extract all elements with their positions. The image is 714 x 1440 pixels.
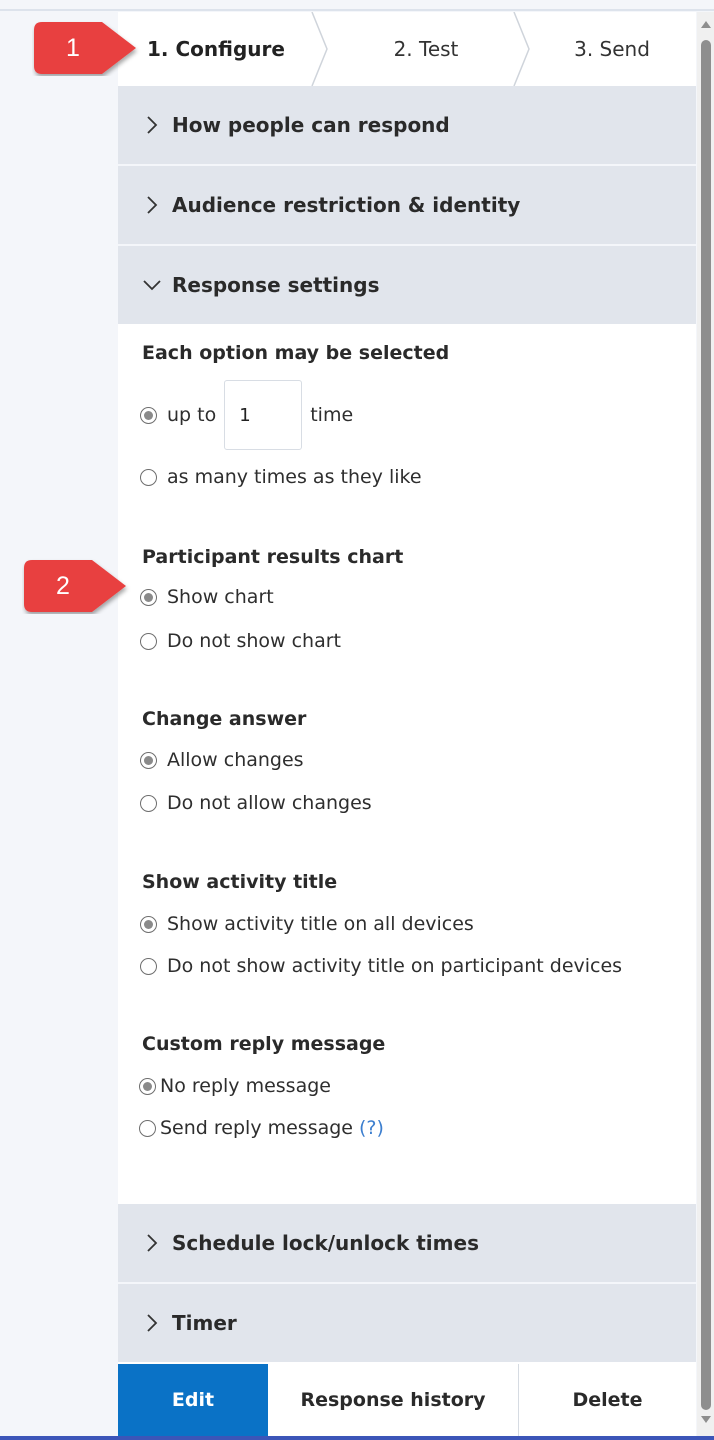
- accordion-schedule[interactable]: Schedule lock/unlock times: [118, 1204, 696, 1282]
- radio-unchecked-icon[interactable]: [139, 1119, 156, 1137]
- scroll-down-arrow-icon[interactable]: [700, 1414, 712, 1424]
- step-configure-label: 1. Configure: [147, 37, 285, 61]
- show-chart-label: Show chart: [167, 586, 274, 608]
- action-bar: Edit Response history Delete: [118, 1364, 696, 1436]
- hide-title-participant-label: Do not show activity title on participan…: [167, 955, 623, 977]
- response-history-button[interactable]: Response history: [268, 1364, 518, 1436]
- accordion-label: How people can respond: [172, 113, 450, 137]
- show-chart-option[interactable]: Show chart: [140, 586, 274, 608]
- step-send[interactable]: 3. Send: [528, 12, 696, 86]
- top-border: [0, 9, 714, 11]
- chevron-right-icon: [142, 193, 166, 217]
- results-chart-title: Participant results chart: [142, 546, 404, 568]
- hide-chart-option[interactable]: Do not show chart: [140, 630, 341, 652]
- up-to-option[interactable]: up to time: [140, 380, 353, 450]
- callout-number: 2: [56, 571, 70, 600]
- step-send-label: 3. Send: [574, 37, 650, 61]
- as-many-label: as many times as they like: [167, 466, 422, 488]
- callout-badge-1: 1: [32, 20, 142, 76]
- accordion-audience[interactable]: Audience restriction & identity: [118, 166, 696, 244]
- accordion-label: Audience restriction & identity: [172, 193, 521, 217]
- chevron-right-icon: [142, 1311, 166, 1335]
- up-to-label: up to: [167, 404, 217, 426]
- allow-changes-label: Allow changes: [167, 749, 304, 771]
- send-reply-label: Send reply message: [160, 1117, 353, 1139]
- radio-checked-icon[interactable]: [140, 588, 157, 606]
- activity-title-heading: Show activity title: [142, 871, 338, 893]
- scrollbar-thumb[interactable]: [701, 40, 711, 1410]
- disallow-changes-label: Do not allow changes: [167, 792, 372, 814]
- step-test-label: 2. Test: [393, 37, 459, 61]
- wizard-stepper: 1. Configure 2. Test 3. Send: [118, 12, 696, 86]
- radio-unchecked-icon[interactable]: [140, 468, 157, 486]
- poll-settings-panel: 1. Configure 2. Test 3. Send How people …: [118, 12, 696, 1436]
- radio-checked-icon[interactable]: [140, 406, 157, 424]
- show-title-all-label: Show activity title on all devices: [167, 913, 474, 935]
- step-configure[interactable]: 1. Configure: [118, 12, 314, 86]
- callout-badge-2: 2: [22, 558, 132, 614]
- chevron-right-icon: [142, 1231, 166, 1255]
- reply-message-title: Custom reply message: [142, 1033, 386, 1055]
- times-input[interactable]: [224, 380, 303, 450]
- scroll-up-arrow-icon[interactable]: [700, 20, 712, 30]
- each-option-title: Each option may be selected: [142, 342, 450, 364]
- as-many-times-option[interactable]: as many times as they like: [140, 466, 422, 488]
- help-link[interactable]: (?): [359, 1117, 384, 1139]
- radio-checked-icon[interactable]: [140, 915, 157, 933]
- delete-button[interactable]: Delete: [518, 1364, 696, 1436]
- change-answer-title: Change answer: [142, 708, 307, 730]
- hide-chart-label: Do not show chart: [167, 630, 341, 652]
- bottom-border: [0, 1436, 714, 1440]
- chevron-down-icon: [142, 273, 166, 297]
- radio-unchecked-icon[interactable]: [140, 794, 157, 812]
- show-title-all-option[interactable]: Show activity title on all devices: [140, 913, 474, 935]
- disallow-changes-option[interactable]: Do not allow changes: [140, 792, 372, 814]
- accordion-label: Schedule lock/unlock times: [172, 1231, 479, 1255]
- step-divider-1: [311, 12, 328, 86]
- step-test[interactable]: 2. Test: [328, 12, 524, 86]
- radio-unchecked-icon[interactable]: [140, 957, 157, 975]
- accordion-label: Response settings: [172, 273, 380, 297]
- chevron-right-icon: [142, 113, 166, 137]
- callout-number: 1: [66, 33, 80, 62]
- allow-changes-option[interactable]: Allow changes: [140, 749, 304, 771]
- no-reply-label: No reply message: [160, 1075, 331, 1097]
- accordion-label: Timer: [172, 1311, 237, 1335]
- time-label: time: [310, 404, 354, 426]
- hide-title-participant-option[interactable]: Do not show activity title on participan…: [140, 955, 622, 977]
- accordion-timer[interactable]: Timer: [118, 1284, 696, 1362]
- no-reply-option[interactable]: No reply message: [139, 1075, 331, 1097]
- send-reply-option[interactable]: Send reply message (?): [139, 1117, 384, 1139]
- radio-checked-icon[interactable]: [140, 751, 157, 769]
- accordion-response-settings[interactable]: Response settings: [118, 246, 696, 324]
- radio-unchecked-icon[interactable]: [140, 632, 157, 650]
- radio-checked-icon[interactable]: [139, 1077, 156, 1095]
- accordion-how-people-respond[interactable]: How people can respond: [118, 86, 696, 164]
- edit-button[interactable]: Edit: [118, 1364, 268, 1436]
